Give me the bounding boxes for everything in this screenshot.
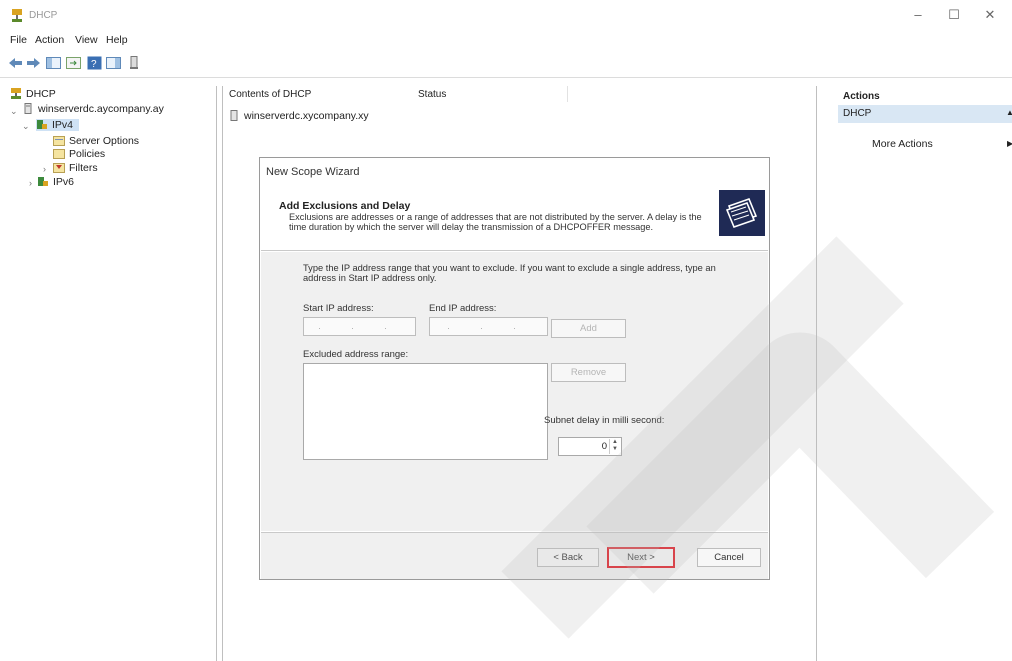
menu-action[interactable]: Action bbox=[35, 34, 64, 46]
window-title: DHCP bbox=[29, 10, 58, 21]
start-ip-input[interactable]: . . . bbox=[303, 317, 416, 336]
new-scope-wizard-dialog: New Scope Wizard Add Exclusions and Dela… bbox=[259, 157, 770, 580]
menu-view[interactable]: View bbox=[75, 34, 98, 46]
show-action-pane-icon[interactable] bbox=[106, 56, 121, 70]
tree-label: Filters bbox=[69, 162, 98, 174]
actions-section-label: DHCP bbox=[843, 108, 872, 119]
policies-icon bbox=[53, 149, 65, 159]
tree-label: IPv6 bbox=[53, 176, 75, 188]
server-icon bbox=[230, 110, 238, 121]
more-actions-link[interactable]: More Actions bbox=[872, 138, 933, 150]
forward-arrow-icon[interactable] bbox=[26, 56, 41, 70]
column-divider bbox=[567, 86, 568, 102]
tree-label: IPv4 bbox=[52, 119, 74, 131]
tree-item-server[interactable]: winserverdc.aycompany.ay bbox=[22, 103, 164, 115]
wizard-body: Type the IP address range that you want … bbox=[261, 252, 768, 531]
actions-pane: Actions DHCP ▲ More Actions ▶ bbox=[838, 86, 1012, 661]
folder-logo-icon bbox=[719, 190, 765, 236]
menu-help[interactable]: Help bbox=[106, 34, 128, 46]
list-item-server[interactable]: winserverdc.xycompany.xy bbox=[228, 110, 369, 122]
ipv4-icon bbox=[37, 120, 47, 129]
spin-up-down-icon[interactable]: ▲ ▼ bbox=[609, 439, 620, 454]
next-button[interactable]: Next > bbox=[607, 547, 675, 568]
ipv6-icon bbox=[38, 177, 48, 186]
filters-icon bbox=[53, 163, 65, 173]
server-options-icon bbox=[53, 136, 65, 146]
wizard-header: Add Exclusions and Delay Exclusions are … bbox=[261, 185, 768, 251]
wizard-footer: < Back Next > Cancel bbox=[261, 532, 768, 579]
tree-item-ipv6[interactable]: IPv6 bbox=[37, 176, 74, 188]
help-icon[interactable]: ? bbox=[87, 56, 102, 70]
console-tree: DHCP ⌄ winserverdc.aycompany.ay ⌄ IPv4 S… bbox=[0, 86, 217, 661]
minimize-button[interactable]: – bbox=[903, 5, 933, 25]
dhcp-app-icon bbox=[12, 9, 22, 22]
add-button[interactable]: Add bbox=[551, 319, 626, 338]
collapse-arrow-icon[interactable]: ▲ bbox=[1006, 108, 1012, 117]
tree-label: Server Options bbox=[69, 135, 140, 147]
tree-item-server-options[interactable]: Server Options bbox=[53, 135, 139, 147]
chevron-down-icon[interactable]: ⌄ bbox=[22, 121, 30, 132]
subnet-delay-label: Subnet delay in milli second: bbox=[544, 415, 665, 426]
svg-text:?: ? bbox=[91, 59, 97, 70]
chevron-right-icon[interactable]: › bbox=[43, 164, 46, 174]
maximize-button[interactable]: ☐ bbox=[939, 5, 969, 25]
export-list-icon[interactable] bbox=[66, 56, 81, 70]
end-ip-label: End IP address: bbox=[429, 303, 497, 314]
subnet-delay-input[interactable]: 0 ▲ ▼ bbox=[558, 437, 622, 456]
title-bar: DHCP – ☐ ✕ bbox=[0, 0, 1012, 30]
toolbar: ? bbox=[0, 50, 1012, 78]
show-console-tree-icon[interactable] bbox=[46, 56, 61, 70]
menu-file[interactable]: File bbox=[10, 34, 27, 46]
column-header-contents[interactable]: Contents of DHCP bbox=[229, 89, 311, 100]
wizard-description: Exclusions are addresses or a range of a… bbox=[289, 212, 702, 232]
tree-label: winserverdc.aycompany.ay bbox=[38, 103, 164, 115]
subnet-delay-value: 0 bbox=[601, 441, 607, 452]
back-arrow-icon[interactable] bbox=[8, 56, 23, 70]
chevron-down-icon[interactable]: ⌄ bbox=[10, 106, 18, 117]
ip-dots: . . . bbox=[447, 321, 530, 331]
column-header-status[interactable]: Status bbox=[418, 89, 446, 100]
refresh-server-icon[interactable] bbox=[127, 56, 142, 70]
actions-section-dhcp[interactable]: DHCP ▲ bbox=[838, 105, 1012, 123]
tree-item-dhcp[interactable]: DHCP bbox=[10, 88, 56, 100]
tree-item-filters[interactable]: Filters bbox=[53, 162, 98, 174]
list-item-label: winserverdc.xycompany.xy bbox=[244, 110, 369, 122]
excluded-address-list[interactable] bbox=[303, 363, 548, 460]
close-button[interactable]: ✕ bbox=[975, 5, 1005, 25]
wizard-title: New Scope Wizard bbox=[266, 166, 360, 178]
wizard-heading: Add Exclusions and Delay bbox=[279, 200, 411, 212]
cancel-button[interactable]: Cancel bbox=[697, 548, 761, 567]
dhcp-icon bbox=[11, 88, 21, 99]
start-ip-label: Start IP address: bbox=[303, 303, 374, 314]
chevron-right-icon[interactable]: › bbox=[29, 178, 32, 188]
tree-item-policies[interactable]: Policies bbox=[53, 148, 105, 160]
excluded-range-label: Excluded address range: bbox=[303, 349, 409, 360]
ip-dots: . . . bbox=[318, 321, 401, 331]
tree-label: DHCP bbox=[26, 88, 56, 100]
back-button[interactable]: < Back bbox=[537, 548, 599, 567]
end-ip-input[interactable]: . . . bbox=[429, 317, 548, 336]
submenu-arrow-icon: ▶ bbox=[1007, 139, 1012, 148]
wizard-instructions: Type the IP address range that you want … bbox=[303, 263, 716, 283]
tree-item-ipv4[interactable]: IPv4 bbox=[36, 119, 80, 131]
actions-title: Actions bbox=[843, 91, 880, 102]
tree-label: Policies bbox=[69, 148, 106, 160]
menu-bar: File Action View Help bbox=[0, 31, 300, 49]
remove-button[interactable]: Remove bbox=[551, 363, 626, 382]
server-icon bbox=[24, 103, 32, 114]
